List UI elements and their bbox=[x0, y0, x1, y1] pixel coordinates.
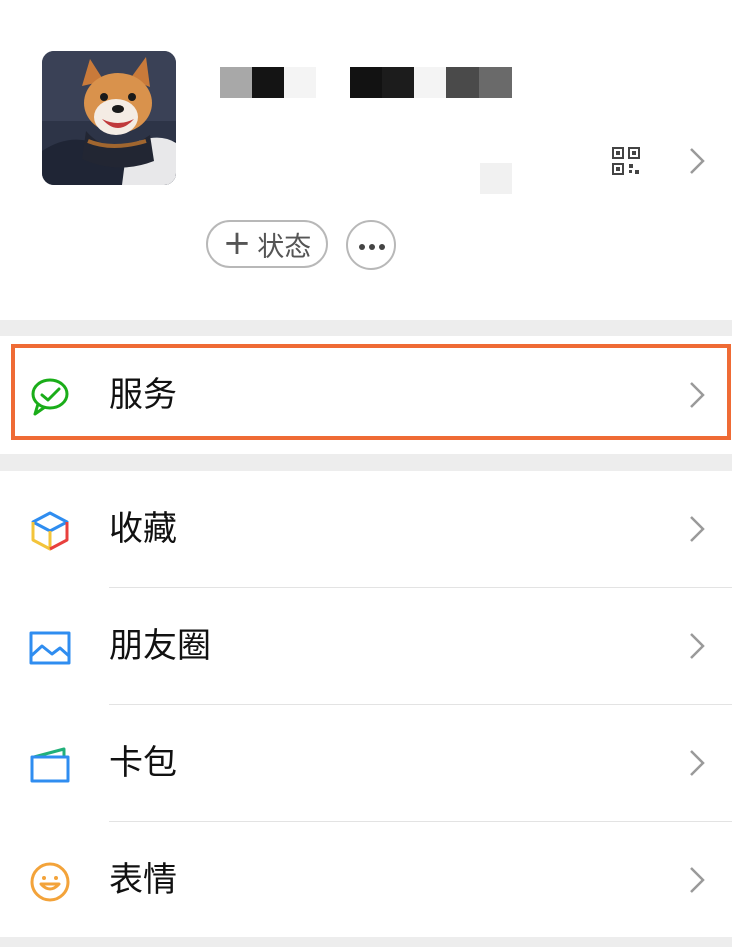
chevron-right-icon bbox=[689, 749, 705, 777]
menu-item-label: 表情 bbox=[109, 860, 177, 900]
chevron-right-icon bbox=[689, 632, 705, 660]
avatar[interactable] bbox=[42, 51, 176, 185]
status-label: 状态 bbox=[257, 231, 312, 263]
more-dot bbox=[359, 244, 365, 250]
chevron-right-icon bbox=[689, 866, 705, 894]
more-button[interactable] bbox=[346, 220, 396, 270]
smiley-icon bbox=[28, 860, 72, 904]
chevron-right-icon bbox=[689, 515, 705, 543]
menu-item-cards[interactable]: 卡包 bbox=[0, 705, 732, 821]
moments-picture-icon bbox=[28, 626, 72, 670]
add-status-button[interactable]: + 状态 bbox=[206, 220, 328, 268]
chevron-right-icon[interactable] bbox=[689, 147, 705, 175]
favorites-cube-icon bbox=[28, 509, 72, 553]
menu-item-label: 收藏 bbox=[109, 509, 177, 549]
menu-item-moments[interactable]: 朋友圈 bbox=[0, 588, 732, 704]
more-dot bbox=[379, 244, 385, 250]
plus-icon: + bbox=[222, 222, 252, 263]
highlight-box bbox=[11, 344, 731, 440]
more-dot bbox=[369, 244, 375, 250]
menu-item-favorites[interactable]: 收藏 bbox=[0, 471, 732, 587]
menu-item-label: 朋友圈 bbox=[109, 626, 211, 666]
qr-code-icon[interactable] bbox=[612, 147, 640, 175]
menu-item-stickers[interactable]: 表情 bbox=[0, 822, 732, 938]
wechat-id-redacted bbox=[480, 163, 512, 194]
menu-section: 收藏 朋友圈 卡包 表情 bbox=[0, 471, 732, 937]
profile-header[interactable]: + 状态 bbox=[0, 0, 732, 320]
menu-item-label: 卡包 bbox=[109, 743, 177, 783]
card-wallet-icon bbox=[28, 743, 72, 787]
name-redacted bbox=[220, 67, 512, 98]
